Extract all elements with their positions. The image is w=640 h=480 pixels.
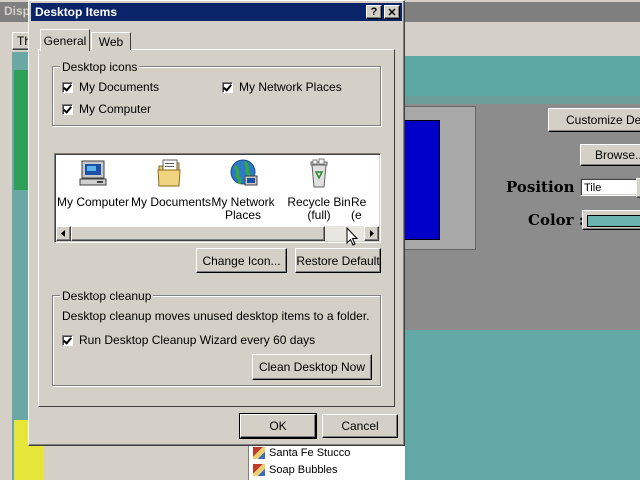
icon-item-network-places[interactable]: My Network Places	[205, 158, 281, 222]
checkbox-checked[interactable]	[62, 103, 73, 115]
pattern-icon	[253, 464, 265, 476]
clean-desktop-now-button[interactable]: Clean Desktop Now	[252, 354, 372, 380]
list-item-label: Santa Fe Stucco	[269, 447, 351, 459]
icon-item-my-documents[interactable]: My Documents	[131, 158, 212, 209]
list-item-label: Soap Bubbles	[269, 464, 338, 476]
cancel-button[interactable]: Cancel	[322, 414, 398, 438]
tab-web[interactable]: Web	[91, 32, 131, 50]
tab-general[interactable]: General	[40, 29, 90, 51]
checkbox-checked[interactable]	[62, 81, 73, 93]
scroll-right-arrow[interactable]	[364, 226, 379, 241]
cleanup-description: Desktop cleanup moves unused desktop ite…	[62, 309, 370, 323]
desktop-preview-bottom	[404, 330, 640, 480]
color-picker-button[interactable]	[582, 210, 640, 230]
icon-item-label: My Documents	[131, 195, 212, 209]
checkbox-label: My Documents	[79, 80, 160, 94]
icon-item-my-computer[interactable]: My Computer	[55, 158, 131, 209]
pattern-icon	[253, 447, 265, 459]
dialog-title: Desktop Items	[35, 5, 118, 19]
ok-button[interactable]: OK	[239, 413, 317, 439]
recycle-bin-empty-icon	[351, 158, 380, 190]
chevron-down-icon[interactable]	[636, 178, 640, 198]
checkbox-label: Run Desktop Cleanup Wizard every 60 days	[79, 333, 316, 347]
restore-default-button[interactable]: Restore Default	[295, 248, 381, 273]
customize-desktop-button[interactable]: Customize Desk	[548, 108, 640, 132]
mouse-cursor-icon	[346, 227, 359, 246]
desktop-icons-group-label: Desktop icons	[60, 60, 140, 74]
run-cleanup-wizard-checkbox[interactable]: Run Desktop Cleanup Wizard every 60 days	[62, 333, 315, 347]
checkbox-checked[interactable]	[222, 81, 233, 93]
checkbox-label: My Computer	[79, 102, 152, 116]
help-button[interactable]: ?	[366, 5, 382, 19]
close-button[interactable]: ✕	[384, 5, 400, 19]
chevron-left-icon	[61, 230, 65, 237]
desktop-icons-group	[52, 66, 381, 126]
position-select[interactable]: Tile	[580, 178, 640, 196]
my-network-places-checkbox[interactable]: My Network Places	[222, 80, 342, 94]
recycle-bin-full-icon	[303, 158, 335, 190]
icon-item-label: Re (e	[351, 195, 367, 222]
monitor-screen	[404, 120, 440, 240]
scroll-thumb[interactable]	[71, 226, 325, 241]
icon-item-label: Recycle Bin (full)	[287, 195, 351, 222]
icon-item-recycle-bin-empty[interactable]: Re (e	[351, 158, 380, 222]
my-documents-icon	[153, 158, 185, 190]
my-computer-icon	[77, 158, 109, 190]
network-places-icon	[227, 158, 259, 190]
scroll-left-arrow[interactable]	[56, 226, 71, 241]
position-label: Position :	[506, 178, 586, 196]
list-item[interactable]: Soap Bubbles	[253, 462, 338, 478]
change-icon-button[interactable]: Change Icon...	[196, 248, 287, 273]
my-documents-checkbox[interactable]: My Documents	[62, 80, 159, 94]
checkbox-label: My Network Places	[239, 80, 342, 94]
color-label: Color :	[528, 211, 585, 229]
list-item[interactable]: Santa Fe Stucco	[253, 445, 350, 461]
icon-item-label: My Network Places	[211, 195, 275, 222]
browse-button[interactable]: Browse...	[580, 144, 640, 166]
checkbox-checked[interactable]	[62, 334, 73, 346]
color-swatch	[587, 215, 640, 227]
chevron-right-icon	[370, 230, 374, 237]
background-window-title: Disp	[4, 4, 31, 18]
horizontal-scrollbar[interactable]	[56, 226, 379, 241]
icon-item-label: My Computer	[56, 195, 130, 209]
desktop-cleanup-group-label: Desktop cleanup	[60, 289, 154, 303]
icon-item-recycle-bin-full[interactable]: Recycle Bin (full)	[281, 158, 357, 222]
desktop-preview-strip	[404, 56, 640, 96]
my-computer-checkbox[interactable]: My Computer	[62, 102, 151, 116]
pattern-list[interactable]: Santa Fe Stucco Soap Bubbles	[248, 444, 405, 480]
